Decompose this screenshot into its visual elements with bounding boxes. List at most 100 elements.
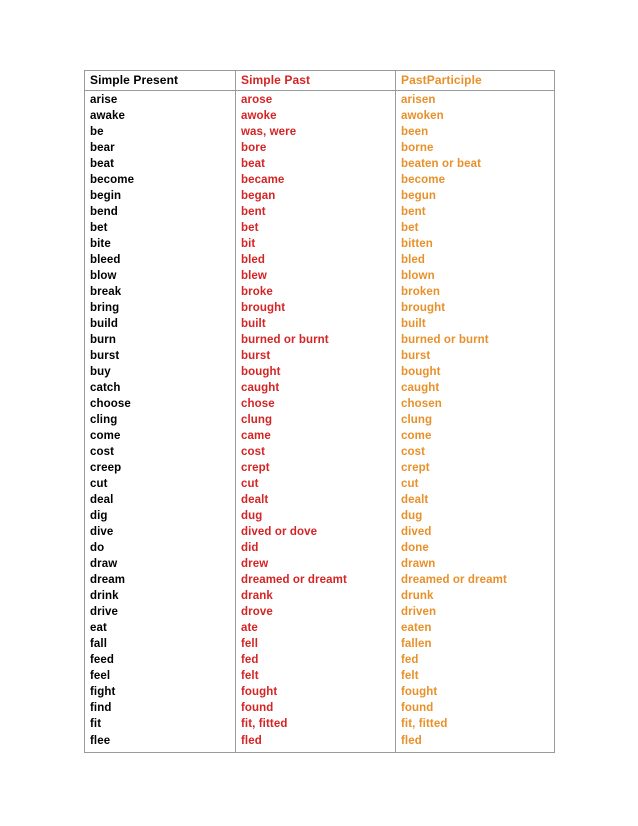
table-row: bend bent bent xyxy=(84,204,555,220)
cell-simple-present: feel xyxy=(84,668,236,684)
page-canvas: Simple Present Simple Past PastParticipl… xyxy=(0,0,638,826)
cell-simple-past: bought xyxy=(235,364,396,380)
cell-simple-past: dealt xyxy=(235,492,396,508)
cell-past-participle: found xyxy=(395,700,555,716)
table-row: feed fed fed xyxy=(84,652,555,668)
table-row: blow blew blown xyxy=(84,268,555,284)
cell-past-participle: brought xyxy=(395,300,555,316)
cell-simple-present: cost xyxy=(84,444,236,460)
table-row: deal dealt dealt xyxy=(84,492,555,508)
cell-simple-present: bear xyxy=(84,140,236,156)
cell-simple-present: break xyxy=(84,284,236,300)
cell-simple-past: drank xyxy=(235,588,396,604)
table-row: bring brought brought xyxy=(84,300,555,316)
cell-simple-present: begin xyxy=(84,188,236,204)
cell-simple-present: buy xyxy=(84,364,236,380)
table-row: dream dreamed or dreamt dreamed or dreamt xyxy=(84,572,555,588)
cell-past-participle: caught xyxy=(395,380,555,396)
table-row: build built built xyxy=(84,316,555,332)
cell-simple-past: bent xyxy=(235,204,396,220)
cell-past-participle: eaten xyxy=(395,620,555,636)
cell-past-participle: drunk xyxy=(395,588,555,604)
cell-simple-past: drove xyxy=(235,604,396,620)
table-row: burn burned or burnt burned or burnt xyxy=(84,332,555,348)
cell-simple-present: deal xyxy=(84,492,236,508)
table-row: beat beat beaten or beat xyxy=(84,156,555,172)
cell-simple-past: bit xyxy=(235,236,396,252)
table-row: dig dug dug xyxy=(84,508,555,524)
cell-simple-past: blew xyxy=(235,268,396,284)
table-row: awake awoke awoken xyxy=(84,108,555,124)
cell-simple-past: ate xyxy=(235,620,396,636)
cell-simple-present: cut xyxy=(84,476,236,492)
table-row: catch caught caught xyxy=(84,380,555,396)
cell-past-participle: fed xyxy=(395,652,555,668)
cell-past-participle: burned or burnt xyxy=(395,332,555,348)
cell-past-participle: drawn xyxy=(395,556,555,572)
table-row: break broke broken xyxy=(84,284,555,300)
cell-simple-present: choose xyxy=(84,396,236,412)
table-row: cling clung clung xyxy=(84,412,555,428)
cell-simple-past: fit, fitted xyxy=(235,716,396,732)
cell-simple-past: awoke xyxy=(235,108,396,124)
table-body: arise arose arisen awake awoke awoken be was, w… xyxy=(84,90,555,753)
table-row: drink drank drunk xyxy=(84,588,555,604)
cell-past-participle: felt xyxy=(395,668,555,684)
cell-simple-past: cut xyxy=(235,476,396,492)
table-row: eat ate eaten xyxy=(84,620,555,636)
cell-simple-present: be xyxy=(84,124,236,140)
irregular-verbs-table: Simple Present Simple Past PastParticipl… xyxy=(84,70,555,753)
cell-simple-past: dreamed or dreamt xyxy=(235,572,396,588)
table-row: fit fit, fitted fit, fitted xyxy=(84,716,555,732)
cell-past-participle: chosen xyxy=(395,396,555,412)
cell-simple-past: found xyxy=(235,700,396,716)
cell-simple-past: cost xyxy=(235,444,396,460)
table-row: bet bet bet xyxy=(84,220,555,236)
cell-simple-past: became xyxy=(235,172,396,188)
table-row: begin began begun xyxy=(84,188,555,204)
cell-simple-present: fight xyxy=(84,684,236,700)
cell-simple-present: dig xyxy=(84,508,236,524)
cell-past-participle: dived xyxy=(395,524,555,540)
header-row: Simple Present Simple Past PastParticipl… xyxy=(84,70,555,91)
cell-simple-present: fall xyxy=(84,636,236,652)
cell-past-participle: driven xyxy=(395,604,555,620)
table-row: fall fell fallen xyxy=(84,636,555,652)
cell-past-participle: bled xyxy=(395,252,555,268)
cell-simple-past: fell xyxy=(235,636,396,652)
cell-past-participle: come xyxy=(395,428,555,444)
table-row: bleed bled bled xyxy=(84,252,555,268)
cell-simple-present: find xyxy=(84,700,236,716)
cell-past-participle: fit, fitted xyxy=(395,716,555,732)
cell-past-participle: fought xyxy=(395,684,555,700)
cell-past-participle: bent xyxy=(395,204,555,220)
cell-simple-present: eat xyxy=(84,620,236,636)
table-row: bear bore borne xyxy=(84,140,555,156)
cell-simple-past: began xyxy=(235,188,396,204)
cell-simple-past: brought xyxy=(235,300,396,316)
cell-simple-past: bore xyxy=(235,140,396,156)
table-header: Simple Present Simple Past PastParticipl… xyxy=(84,70,555,91)
cell-simple-present: bring xyxy=(84,300,236,316)
table-row: become became become xyxy=(84,172,555,188)
cell-simple-present: dream xyxy=(84,572,236,588)
cell-past-participle: broken xyxy=(395,284,555,300)
cell-past-participle: begun xyxy=(395,188,555,204)
cell-past-participle: become xyxy=(395,172,555,188)
cell-past-participle: cut xyxy=(395,476,555,492)
table-row: flee fled fled xyxy=(84,732,555,753)
cell-simple-present: catch xyxy=(84,380,236,396)
table-row: arise arose arisen xyxy=(84,90,555,108)
cell-past-participle: blown xyxy=(395,268,555,284)
cell-simple-present: draw xyxy=(84,556,236,572)
cell-past-participle: bet xyxy=(395,220,555,236)
table-row: creep crept crept xyxy=(84,460,555,476)
table-row: do did done xyxy=(84,540,555,556)
cell-simple-present: bet xyxy=(84,220,236,236)
cell-simple-present: feed xyxy=(84,652,236,668)
cell-past-participle: crept xyxy=(395,460,555,476)
cell-simple-past: chose xyxy=(235,396,396,412)
cell-simple-present: bite xyxy=(84,236,236,252)
cell-past-participle: arisen xyxy=(395,90,555,108)
cell-simple-present: dive xyxy=(84,524,236,540)
